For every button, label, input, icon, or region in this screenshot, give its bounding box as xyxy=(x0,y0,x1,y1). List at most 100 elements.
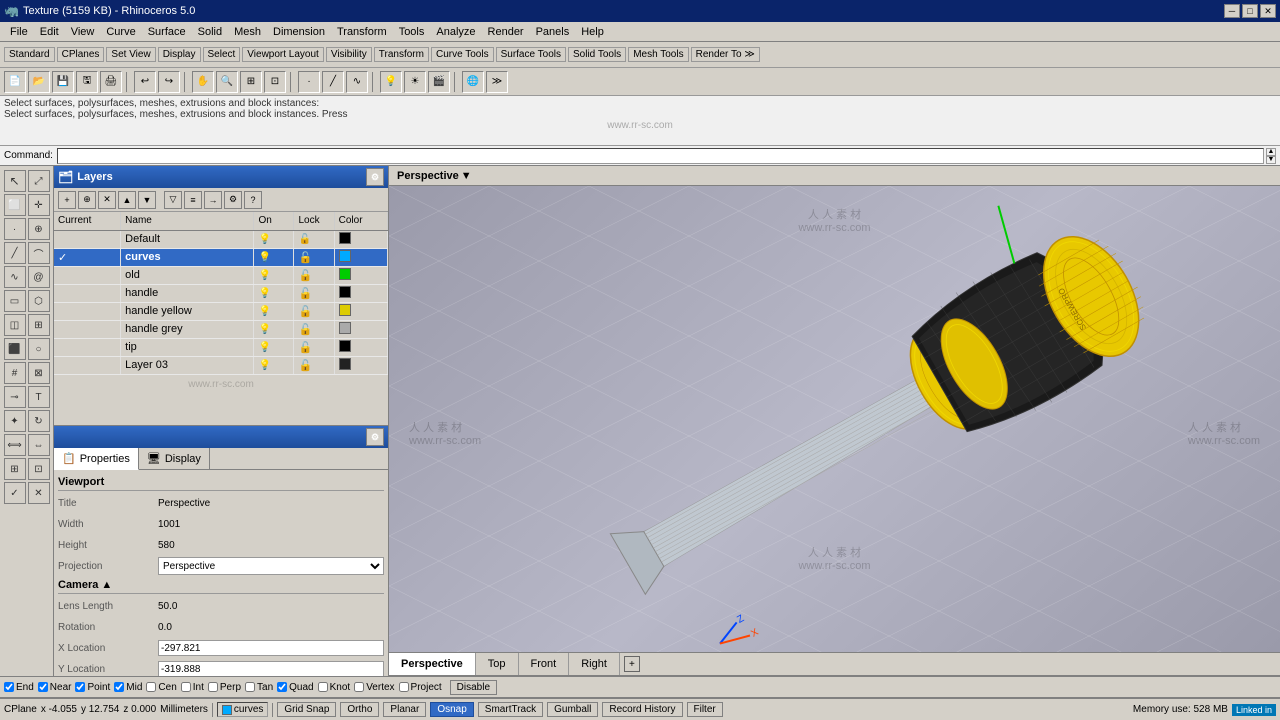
props-yloc-input[interactable] xyxy=(158,661,384,676)
lt-ok-btn[interactable]: ✓ xyxy=(4,482,26,504)
layer-on[interactable]: 💡 xyxy=(254,320,294,338)
vp-tab-top[interactable]: Top xyxy=(476,653,519,675)
menu-view[interactable]: View xyxy=(65,24,101,40)
layer-on[interactable]: 💡 xyxy=(254,284,294,302)
tb-visibility[interactable]: Visibility xyxy=(326,47,372,62)
tb-print-btn[interactable]: 🖨 xyxy=(100,71,122,93)
tb-viewport-layout[interactable]: Viewport Layout xyxy=(242,47,324,62)
tb-save-as-btn[interactable]: 🖫 xyxy=(76,71,98,93)
disable-osnap-btn[interactable]: Disable xyxy=(450,680,497,695)
viewport-area[interactable]: Perspective ▼ xyxy=(389,166,1280,676)
layer-row[interactable]: handle 💡 🔓 xyxy=(54,284,388,302)
menu-edit[interactable]: Edit xyxy=(34,24,65,40)
layer-color[interactable] xyxy=(334,356,387,374)
command-scroll-up[interactable]: ▲ xyxy=(1266,148,1276,156)
lt-sphere-btn[interactable]: ○ xyxy=(28,338,50,360)
layer-name[interactable]: tip xyxy=(121,338,254,356)
lt-dim-btn[interactable]: ⊸ xyxy=(4,386,26,408)
tb-setview[interactable]: Set View xyxy=(106,47,155,62)
layer-on[interactable]: 💡 xyxy=(254,356,294,374)
menu-dimension[interactable]: Dimension xyxy=(267,24,331,40)
tb-pan-btn[interactable]: ✋ xyxy=(192,71,214,93)
layer-color[interactable] xyxy=(334,230,387,248)
tb-surface-tools[interactable]: Surface Tools xyxy=(496,47,566,62)
gumball-btn[interactable]: Gumball xyxy=(547,702,598,717)
lt-move-btn[interactable]: ✦ xyxy=(4,410,26,432)
smarttrack-btn[interactable]: SmartTrack xyxy=(478,702,543,717)
layer-name[interactable]: curves xyxy=(121,248,254,266)
vp-tab-perspective[interactable]: Perspective xyxy=(389,653,476,675)
layer-lock[interactable]: 🔓 xyxy=(294,356,334,374)
vp-tab-front[interactable]: Front xyxy=(519,653,570,675)
layer-name[interactable]: Default xyxy=(121,230,254,248)
tb-render-to[interactable]: Render To ≫ xyxy=(691,47,760,62)
layer-row[interactable]: ✓ curves 💡 🔓 xyxy=(54,248,388,266)
tb-curve-btn[interactable]: ∿ xyxy=(346,71,368,93)
layer-color[interactable] xyxy=(334,302,387,320)
tab-display[interactable]: 🖥 Display xyxy=(139,448,210,469)
lt-curve-btn[interactable]: ∿ xyxy=(4,266,26,288)
snap-perp-check[interactable] xyxy=(208,682,218,692)
layer-name[interactable]: handle grey xyxy=(121,320,254,338)
layers-help-btn[interactable]: ? xyxy=(244,191,262,209)
layers-move-obj-btn[interactable]: → xyxy=(204,191,222,209)
lt-transform-btn[interactable]: ⤢ xyxy=(28,170,50,192)
tb-light-btn[interactable]: 💡 xyxy=(380,71,402,93)
lt-window-btn[interactable]: ⬜ xyxy=(4,194,26,216)
menu-render[interactable]: Render xyxy=(482,24,530,40)
layers-copy-btn[interactable]: ⚙ xyxy=(224,191,242,209)
planar-btn[interactable]: Planar xyxy=(383,702,426,717)
layers-settings-btn[interactable]: ⚙ xyxy=(366,168,384,186)
lt-mirror-btn[interactable]: ⇔ xyxy=(28,434,50,456)
osnap-btn[interactable]: Osnap xyxy=(430,702,473,717)
vp-tab-right[interactable]: Right xyxy=(569,653,620,675)
lt-mesh2-btn[interactable]: ⊠ xyxy=(28,362,50,384)
tb-redo-btn[interactable]: ↪ xyxy=(158,71,180,93)
layer-on[interactable]: 💡 xyxy=(254,266,294,284)
command-input[interactable] xyxy=(57,148,1264,164)
filter-btn[interactable]: Filter xyxy=(687,702,723,717)
command-scroll-down[interactable]: ▼ xyxy=(1266,156,1276,164)
lt-cross-btn[interactable]: ✛ xyxy=(28,194,50,216)
tb-transform[interactable]: Transform xyxy=(374,47,429,62)
tb-standard[interactable]: Standard xyxy=(4,47,55,62)
tb-zoom-btn[interactable]: 🔍 xyxy=(216,71,238,93)
maximize-button[interactable]: □ xyxy=(1242,4,1258,18)
snap-end-check[interactable] xyxy=(4,682,14,692)
layer-row[interactable]: Layer 03 💡 🔓 xyxy=(54,356,388,374)
menu-curve[interactable]: Curve xyxy=(100,24,141,40)
layer-lock[interactable]: 🔓 xyxy=(294,302,334,320)
layer-on[interactable]: 💡 xyxy=(254,302,294,320)
grid-snap-btn[interactable]: Grid Snap xyxy=(277,702,336,717)
vp-add-viewport-btn[interactable]: + xyxy=(624,656,640,672)
layer-on[interactable]: 💡 xyxy=(254,230,294,248)
layer-lock[interactable]: 🔓 xyxy=(294,320,334,338)
layers-filter-btn[interactable]: ▽ xyxy=(164,191,182,209)
menu-solid[interactable]: Solid xyxy=(192,24,228,40)
menu-transform[interactable]: Transform xyxy=(331,24,393,40)
lt-surface-btn[interactable]: ◫ xyxy=(4,314,26,336)
layer-name[interactable]: Layer 03 xyxy=(121,356,254,374)
layer-row[interactable]: old 💡 🔓 xyxy=(54,266,388,284)
layer-color[interactable] xyxy=(334,338,387,356)
snap-mid-check[interactable] xyxy=(114,682,124,692)
snap-quad-check[interactable] xyxy=(277,682,287,692)
layers-delete-btn[interactable]: ✕ xyxy=(98,191,116,209)
layers-down-btn[interactable]: ▼ xyxy=(138,191,156,209)
layer-lock[interactable]: 🔓 xyxy=(294,338,334,356)
snap-knot-check[interactable] xyxy=(318,682,328,692)
tb-extra1-btn[interactable]: ≫ xyxy=(486,71,508,93)
layer-row[interactable]: handle yellow 💡 🔓 xyxy=(54,302,388,320)
layer-on[interactable]: 💡 xyxy=(254,248,294,266)
properties-settings-btn[interactable]: ⚙ xyxy=(366,428,384,446)
tb-undo-btn[interactable]: ↩ xyxy=(134,71,156,93)
snap-project-check[interactable] xyxy=(399,682,409,692)
tb-save-btn[interactable]: 💾 xyxy=(52,71,74,93)
lt-cancel-btn[interactable]: ✕ xyxy=(28,482,50,504)
snap-tan-check[interactable] xyxy=(245,682,255,692)
viewport-title-button[interactable]: Perspective ▼ xyxy=(393,170,476,182)
minimize-button[interactable]: ─ xyxy=(1224,4,1240,18)
tb-select[interactable]: Select xyxy=(203,47,241,62)
lt-point-btn[interactable]: · xyxy=(4,218,26,240)
tb-solid-tools[interactable]: Solid Tools xyxy=(568,47,626,62)
